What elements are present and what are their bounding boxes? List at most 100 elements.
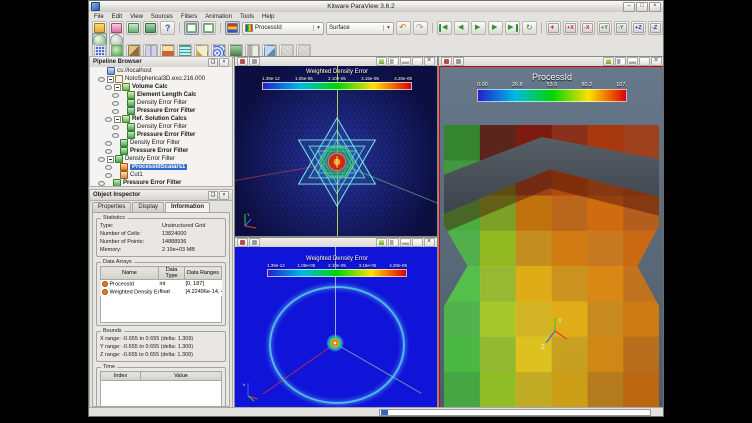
variable-selector[interactable]: ProcessId ▼ [242, 22, 324, 35]
table-row[interactable]: Weighted Density Error float [4.22496e-1… [101, 288, 222, 296]
render-viewport-active[interactable]: ProcessId 0.00 26.8 53.5 80.2 107. Y Z [439, 66, 664, 409]
split-horizontal-icon[interactable] [388, 238, 399, 247]
split-vertical-icon[interactable] [400, 57, 411, 66]
help-button[interactable] [160, 21, 175, 35]
undock-icon[interactable]: ❏ [208, 191, 218, 200]
color-legend[interactable]: Weighted Density Error 1.39e-12 1.05e-05… [262, 69, 412, 90]
column-header[interactable]: Value [141, 372, 222, 381]
pipeline-item[interactable]: Cut1 [90, 171, 232, 179]
eye-icon[interactable] [112, 101, 119, 106]
vcr-loop-button[interactable] [522, 21, 537, 35]
close-icon[interactable]: × [219, 58, 229, 67]
column-header[interactable]: Data Type [159, 267, 185, 280]
minimize-button[interactable]: – [623, 2, 635, 12]
representation-selector[interactable]: Surface ▼ [326, 22, 394, 35]
maximize-view-icon[interactable] [412, 238, 423, 247]
split-vertical-icon[interactable] [400, 238, 411, 247]
pipeline-item[interactable]: Pressure Error Filter [90, 107, 232, 115]
table-row[interactable]: ProcessId int [0, 187] [101, 280, 222, 289]
select-points-button[interactable] [201, 21, 216, 35]
maximize-view-icon[interactable] [639, 57, 650, 66]
expander-icon[interactable] [107, 156, 114, 163]
redo-button[interactable] [413, 21, 428, 35]
menu-edit[interactable]: Edit [112, 14, 122, 20]
color-legend[interactable]: Weighted Density Error 1.39e-12 1.05e-05… [267, 256, 407, 277]
menu-tools[interactable]: Tools [240, 14, 254, 20]
expander-icon[interactable] [107, 76, 114, 83]
eye-icon[interactable] [112, 109, 119, 114]
pipeline-tree[interactable]: cs://localhost NoIoSpherical3D.exo.216.0… [90, 67, 232, 186]
link-view-icon[interactable] [453, 57, 464, 66]
eye-icon[interactable] [105, 165, 112, 170]
expander-icon[interactable] [114, 84, 121, 91]
lookmark-icon[interactable] [603, 57, 614, 66]
lookmark-icon[interactable] [376, 57, 387, 66]
vcr-next-frame-button[interactable] [488, 21, 503, 35]
select-cells-button[interactable] [184, 21, 199, 35]
color-legend[interactable]: ProcessId 0.00 26.8 53.5 80.2 107. [477, 72, 627, 102]
pipeline-item[interactable]: Pressure Error Filter [90, 131, 232, 139]
pipeline-item-selected[interactable]: ProcessIdScalars1 [90, 163, 232, 171]
close-view-icon[interactable] [424, 57, 435, 66]
pipeline-item[interactable]: Pressure Error Filter [90, 147, 232, 155]
maximize-view-icon[interactable] [412, 57, 423, 66]
render-viewport[interactable]: Weighted Density Error 1.39e-12 1.05e-05… [235, 247, 437, 409]
split-horizontal-icon[interactable] [388, 57, 399, 66]
pipeline-item-server[interactable]: cs://localhost [90, 67, 232, 75]
menu-animation[interactable]: Animation [205, 14, 232, 20]
vcr-first-frame-button[interactable] [437, 21, 452, 35]
maximize-button[interactable]: □ [636, 2, 648, 12]
eye-icon[interactable] [105, 149, 112, 154]
vcr-last-frame-button[interactable] [505, 21, 520, 35]
view-minus-y-button[interactable] [614, 21, 629, 35]
view-plus-x-button[interactable] [563, 21, 578, 35]
expander-icon[interactable] [114, 116, 121, 123]
column-header[interactable]: Data Ranges [185, 267, 222, 280]
vcr-play-button[interactable] [471, 21, 486, 35]
menu-filters[interactable]: Filters [181, 14, 197, 20]
close-view-icon[interactable] [651, 57, 662, 66]
tab-display[interactable]: Display [132, 202, 164, 212]
camera-icon[interactable] [237, 57, 248, 66]
close-icon[interactable]: × [219, 191, 229, 200]
pipeline-item-source[interactable]: NoIoSpherical3D.exo.216.000 [90, 75, 232, 83]
view-minus-x-button[interactable] [580, 21, 595, 35]
column-header[interactable]: Name [101, 267, 159, 280]
undo-button[interactable] [396, 21, 411, 35]
view-plus-y-button[interactable] [597, 21, 612, 35]
eye-icon[interactable] [105, 141, 112, 146]
pipeline-item[interactable]: Volume Calc [90, 83, 232, 91]
eye-icon[interactable] [98, 157, 105, 162]
menu-view[interactable]: View [130, 14, 143, 20]
eye-icon[interactable] [98, 77, 105, 82]
split-vertical-icon[interactable] [627, 57, 638, 66]
eye-icon[interactable] [112, 133, 119, 138]
tab-properties[interactable]: Properties [92, 202, 131, 212]
pipeline-item[interactable]: Density Error Filter [90, 99, 232, 107]
pipeline-item[interactable]: Density Error Filter [90, 155, 232, 163]
camera-icon[interactable] [441, 57, 452, 66]
time-table[interactable]: Index Value [100, 371, 222, 381]
link-view-icon[interactable] [249, 238, 260, 247]
undock-icon[interactable]: ❏ [208, 58, 218, 67]
vcr-previous-frame-button[interactable] [454, 21, 469, 35]
eye-icon[interactable] [105, 85, 112, 90]
pipeline-item[interactable]: Density Error Filter [90, 139, 232, 147]
split-horizontal-icon[interactable] [615, 57, 626, 66]
menu-sources[interactable]: Sources [151, 14, 173, 20]
save-screenshot-button[interactable] [126, 21, 141, 35]
lookmark-icon[interactable] [376, 238, 387, 247]
eye-icon[interactable] [98, 181, 105, 186]
pipeline-item[interactable]: Density Error Filter [90, 123, 232, 131]
close-button[interactable]: × [649, 2, 661, 12]
menu-help[interactable]: Help [262, 14, 274, 20]
column-header[interactable]: Index [101, 372, 141, 381]
edit-color-map-button[interactable] [225, 21, 240, 35]
pipeline-item[interactable]: Ref. Solution Calcs [90, 115, 232, 123]
eye-icon[interactable] [112, 93, 119, 98]
eye-icon[interactable] [112, 125, 119, 130]
pipeline-item[interactable]: Pressure Error Filter [90, 179, 232, 186]
view-plus-z-button[interactable] [631, 21, 646, 35]
reset-camera-button[interactable] [546, 21, 561, 35]
eye-icon[interactable] [105, 117, 112, 122]
